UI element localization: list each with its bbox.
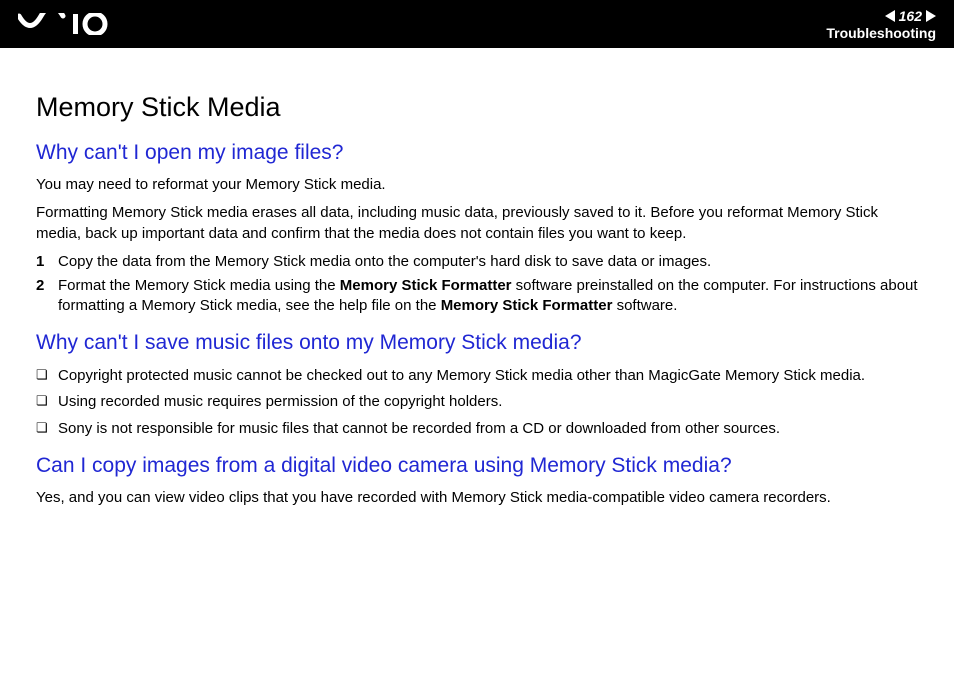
list-item: ❏ Using recorded music requires permissi… xyxy=(36,391,922,414)
text-run: software. xyxy=(612,297,677,314)
box-bullet-icon: ❏ xyxy=(36,391,58,412)
box-bullet-icon: ❏ xyxy=(36,365,58,386)
list-item: 1 Copy the data from the Memory Stick me… xyxy=(36,252,922,272)
q1-p2: Formatting Memory Stick media erases all… xyxy=(36,203,922,244)
arrow-right-icon[interactable] xyxy=(926,10,936,22)
bullet-text: Sony is not responsible for music files … xyxy=(58,418,922,441)
bold-run: Memory Stick Formatter xyxy=(441,297,613,314)
q3-p1: Yes, and you can view video clips that y… xyxy=(36,488,922,508)
section-name: Troubleshooting xyxy=(826,26,936,41)
list-item: ❏ Copyright protected music cannot be ch… xyxy=(36,365,922,388)
list-item: 2 Format the Memory Stick media using th… xyxy=(36,276,922,317)
list-item: ❏ Sony is not responsible for music file… xyxy=(36,418,922,441)
page-number: 162 xyxy=(899,9,922,24)
arrow-left-icon[interactable] xyxy=(885,10,895,22)
page-nav: 162 xyxy=(826,9,936,24)
content: Memory Stick Media Why can't I open my i… xyxy=(0,48,954,508)
header-bar: 162 Troubleshooting xyxy=(0,0,954,48)
q2-heading: Why can't I save music files onto my Mem… xyxy=(36,331,922,355)
q3-heading: Can I copy images from a digital video c… xyxy=(36,454,922,478)
bullet-text: Copyright protected music cannot be chec… xyxy=(58,365,922,388)
page-title: Memory Stick Media xyxy=(36,92,922,123)
bullet-text: Using recorded music requires permission… xyxy=(58,391,922,414)
q1-p1: You may need to reformat your Memory Sti… xyxy=(36,175,922,195)
bold-run: Memory Stick Formatter xyxy=(340,277,512,294)
step-number: 1 xyxy=(36,252,58,272)
q2-bullets: ❏ Copyright protected music cannot be ch… xyxy=(36,365,922,441)
vaio-logo xyxy=(18,13,128,35)
step-text: Format the Memory Stick media using the … xyxy=(58,276,922,317)
step-number: 2 xyxy=(36,276,58,317)
header-right: 162 Troubleshooting xyxy=(826,7,936,42)
box-bullet-icon: ❏ xyxy=(36,418,58,439)
step-text: Copy the data from the Memory Stick medi… xyxy=(58,252,922,272)
q1-steps: 1 Copy the data from the Memory Stick me… xyxy=(36,252,922,317)
q1-heading: Why can't I open my image files? xyxy=(36,141,922,165)
text-run: Format the Memory Stick media using the xyxy=(58,277,340,294)
